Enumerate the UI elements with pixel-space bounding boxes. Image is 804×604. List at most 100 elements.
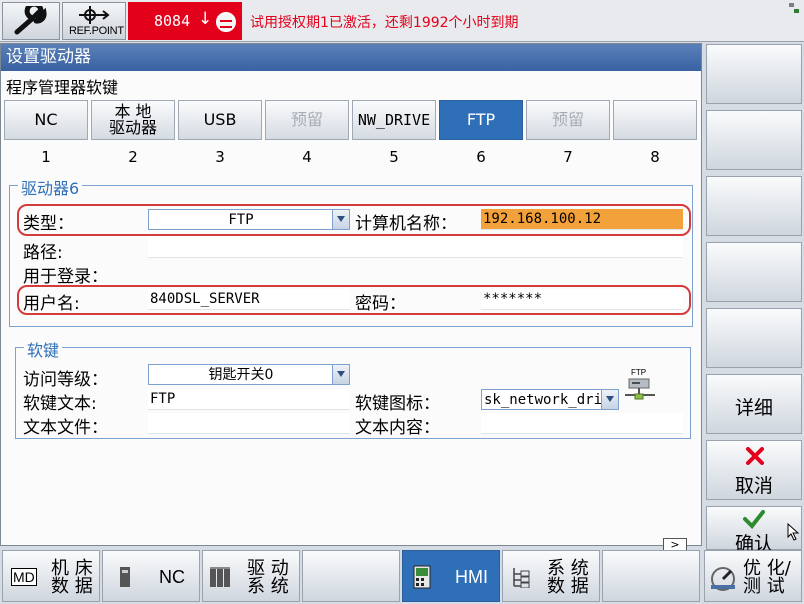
ref-point-button[interactable]: REF.POINT (62, 2, 126, 40)
text-content-input[interactable] (481, 413, 683, 434)
login-label: 用于登录： (23, 267, 108, 287)
machine-data-line2: 数 据 (51, 576, 93, 597)
type-value: FTP (228, 212, 254, 228)
vertical-softkey-5[interactable] (706, 308, 802, 368)
ref-point-icon (79, 6, 110, 24)
cancel-button[interactable]: 取消 (706, 440, 802, 500)
vertical-softkey-1[interactable] (706, 44, 802, 104)
softkey-tab-label-line2: 驱动器 (108, 118, 157, 137)
drive-unit-icon (210, 567, 230, 587)
softkey-icon-value: sk_network_dri (484, 392, 603, 408)
wrench-icon (14, 6, 47, 35)
softkey-icon-dropdown[interactable]: sk_network_dri (481, 389, 619, 410)
machine-data-button[interactable]: MD 机 床 数 据 (2, 550, 100, 602)
alarm-cancel-icon (216, 12, 236, 32)
softkey-tab-reserved-7[interactable]: 预留 (526, 100, 610, 140)
password-value: ******* (483, 291, 543, 307)
path-label: 路径: (23, 243, 63, 263)
settings-wrench-button[interactable] (2, 2, 60, 40)
path-input[interactable] (148, 237, 683, 258)
optimize-test-line2: 测 试 (743, 576, 785, 597)
softkey-tab-8[interactable] (613, 100, 697, 140)
network-drive-icon (625, 378, 655, 400)
type-label: 类型： (23, 214, 74, 234)
alarm-code: 8084 (154, 12, 191, 30)
computer-name-value: 192.168.100.12 (483, 211, 602, 227)
mouse-cursor-icon (787, 523, 800, 541)
system-data-button[interactable]: 系 统 数 据 (502, 550, 600, 602)
softkey-text-input[interactable]: FTP (148, 389, 350, 410)
alarm-indicator[interactable]: 8084 ↓ (128, 2, 242, 40)
hmi-panel-icon (413, 565, 431, 589)
optimize-gauge-icon (711, 567, 735, 591)
softkey-tab-label: NW_DRIVE (357, 111, 431, 129)
softkey-number: 4 (302, 148, 312, 166)
text-content-label: 文本内容： (355, 418, 440, 438)
softkey-number: 8 (650, 148, 660, 166)
chevron-down-icon[interactable] (332, 365, 349, 384)
md-icon: MD (11, 568, 37, 586)
softkey-tab-nw-drive[interactable]: NW_DRIVE (352, 100, 436, 140)
softkey-icon-label: 软键图标： (355, 394, 440, 414)
softkey-number: 3 (215, 148, 225, 166)
close-icon (746, 447, 764, 465)
bottom-softkey-empty[interactable] (302, 550, 400, 602)
username-value: 840DSL_SERVER (150, 291, 260, 307)
nc-unit-icon (120, 567, 130, 587)
softkey-text-value: FTP (150, 391, 176, 407)
status-bar: REF.POINT 8084 ↓ 试用授权期1已激活，还剩1992个小时到期 (0, 0, 804, 42)
nc-button[interactable]: NC (102, 550, 200, 602)
softkey-tab-ftp[interactable]: FTP (439, 100, 523, 140)
access-level-dropdown[interactable]: 钥匙开关0 (148, 364, 350, 385)
drive-group-legend: 驱动器6 (18, 175, 83, 199)
type-dropdown[interactable]: FTP (148, 209, 350, 230)
softkey-text-label: 软键文本: (23, 394, 97, 414)
ftp-icon-preview: FTP (623, 368, 657, 404)
username-input[interactable]: 840DSL_SERVER (148, 289, 350, 310)
computer-name-label: 计算机名称： (355, 214, 457, 234)
vertical-softkey-3[interactable] (706, 176, 802, 236)
system-data-line2: 数 据 (547, 576, 589, 597)
vertical-softkey-2[interactable] (706, 110, 802, 170)
optimize-test-button[interactable]: 优 化/ 测 试 (704, 550, 802, 602)
softkey-tab-reserved-4[interactable]: 预留 (265, 100, 349, 140)
detail-button[interactable]: 详细 (706, 374, 802, 434)
detail-label: 详细 (734, 397, 773, 419)
alarm-arrow-icon: ↓ (198, 9, 213, 29)
softkey-tab-usb[interactable]: USB (178, 100, 262, 140)
softkey-tab-nc[interactable]: NC (4, 100, 88, 140)
drive-system-button[interactable]: 驱 动 系 统 (202, 550, 300, 602)
chevron-down-icon[interactable] (601, 390, 618, 409)
setup-drive-window: 设置驱动器 程序管理器软键 NC 本 地 驱动器 USB 预留 NW_DRIVE… (0, 43, 702, 546)
computer-name-input[interactable]: 192.168.100.12 (481, 209, 683, 230)
softkey-tab-label: FTP (466, 110, 496, 129)
network-status-icon (789, 3, 799, 13)
window-subtitle: 程序管理器软键 (6, 78, 119, 97)
alarm-message: 试用授权期1已激活，还剩1992个小时到期 (250, 15, 519, 31)
access-level-label: 访问等级： (23, 370, 108, 390)
ftp-icon-caption: FTP (631, 368, 647, 377)
text-file-label: 文本文件： (23, 418, 108, 438)
ref-point-label: REF.POINT (69, 25, 124, 37)
optimize-test-line1: 优 化/ (743, 558, 791, 579)
softkey-number: 5 (389, 148, 399, 166)
text-file-input[interactable] (148, 413, 350, 434)
softkey-tab-label: 预留 (551, 110, 584, 129)
softkey-group-legend: 软键 (24, 337, 63, 361)
chevron-down-icon[interactable] (332, 210, 349, 229)
drive-system-line2: 系 统 (247, 576, 289, 597)
ok-button[interactable]: 确认 (706, 506, 802, 555)
password-input[interactable]: ******* (481, 289, 683, 310)
softkey-number: 2 (128, 148, 138, 166)
softkey-number: 6 (476, 148, 486, 166)
softkey-number: 7 (563, 148, 573, 166)
hmi-button[interactable]: HMI (402, 550, 500, 602)
vertical-softkey-4[interactable] (706, 242, 802, 302)
softkey-number: 1 (41, 148, 51, 166)
system-data-line1: 系 统 (547, 558, 589, 579)
bottom-softkey-empty-2[interactable] (602, 550, 700, 602)
softkey-tab-local-drive[interactable]: 本 地 驱动器 (91, 100, 175, 140)
window-title: 设置驱动器 (1, 44, 701, 71)
access-level-value: 钥匙开关0 (208, 367, 274, 383)
password-label: 密码： (355, 294, 406, 314)
